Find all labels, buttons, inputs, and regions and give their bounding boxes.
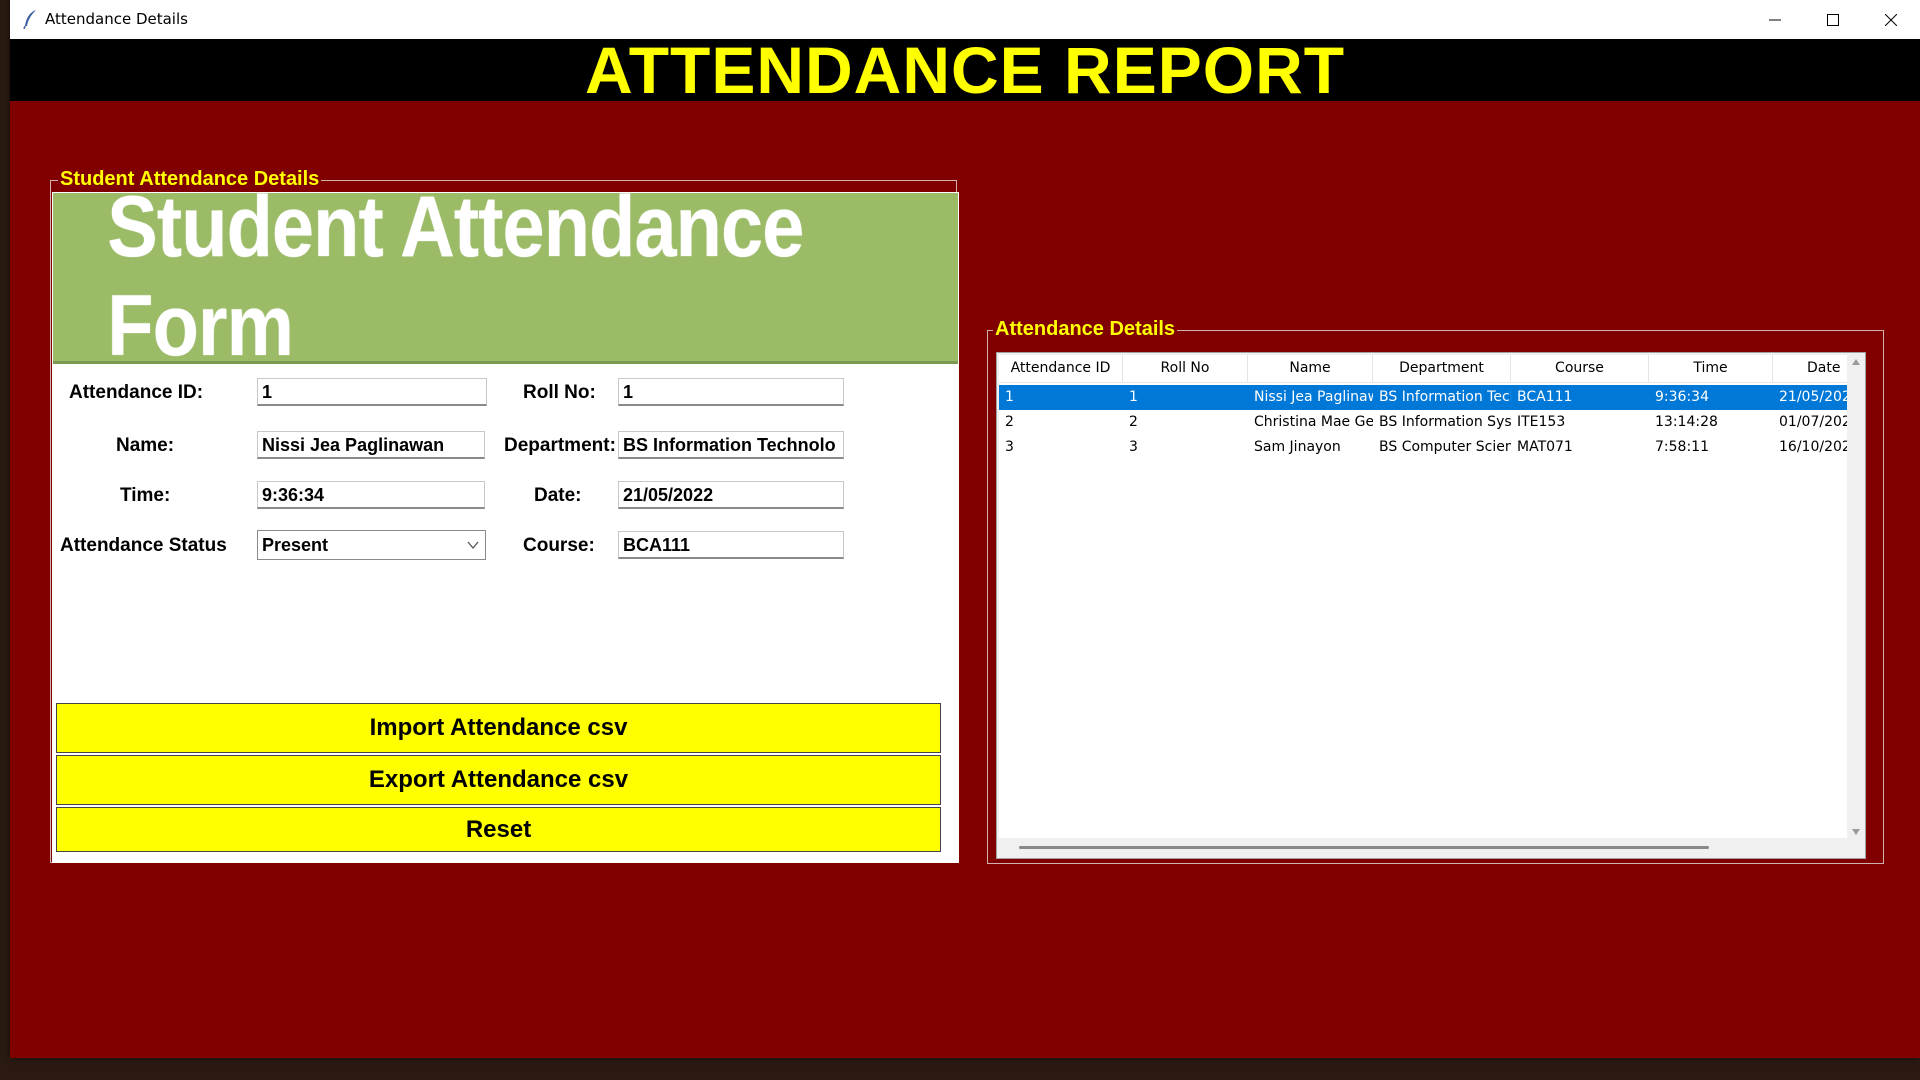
- form-title: Student Attendance Form: [107, 179, 804, 374]
- cell-course: MAT071: [1517, 439, 1573, 455]
- horizontal-scrollbar[interactable]: [999, 838, 1847, 856]
- column-header-attendance-id[interactable]: Attendance ID: [999, 355, 1123, 382]
- time-label: Time:: [120, 485, 171, 506]
- form-header-image: Student Attendance Form: [53, 179, 958, 374]
- cell-roll-no: 1: [1129, 389, 1138, 405]
- horizontal-scroll-thumb[interactable]: [1019, 846, 1709, 849]
- import-csv-button[interactable]: Import Attendance csv: [56, 703, 941, 753]
- cell-course: ITE153: [1517, 414, 1566, 430]
- attendance-status-value: Present: [262, 535, 329, 555]
- cell-time: 7:58:11: [1655, 439, 1709, 455]
- cell-attendance-id: 2: [1005, 414, 1014, 430]
- chevron-down-icon: [467, 541, 479, 550]
- maximize-icon: [1827, 13, 1839, 26]
- feather-icon: [23, 10, 36, 29]
- course-field[interactable]: BCA111: [618, 531, 844, 559]
- cell-time: 9:36:34: [1655, 389, 1709, 405]
- minimize-button[interactable]: [1746, 0, 1804, 39]
- cell-name: Christina Mae Gei: [1254, 414, 1373, 430]
- close-button[interactable]: [1862, 0, 1920, 39]
- scroll-up-icon[interactable]: [1852, 359, 1860, 365]
- date-label: Date:: [534, 485, 582, 506]
- table-row[interactable]: 2 2 Christina Mae Gei BS Information Sys…: [999, 410, 1847, 435]
- vertical-scrollbar[interactable]: [1847, 355, 1865, 839]
- cell-time: 13:14:28: [1655, 414, 1718, 430]
- close-icon: [1885, 13, 1897, 26]
- cell-date: 21/05/2022: [1779, 389, 1847, 405]
- date-field[interactable]: 21/05/2022: [618, 481, 844, 509]
- maximize-button[interactable]: [1804, 0, 1862, 39]
- attendance-details-legend: Attendance Details: [993, 318, 1178, 340]
- time-field[interactable]: 9:36:34: [257, 481, 485, 509]
- cell-attendance-id: 3: [1005, 439, 1014, 455]
- department-field[interactable]: BS Information Technolo: [618, 431, 844, 459]
- name-label: Name:: [116, 435, 175, 456]
- cell-department: BS Information Tecl: [1379, 389, 1511, 405]
- cell-department: BS Computer Scien: [1379, 439, 1511, 455]
- department-label: Department:: [504, 435, 616, 456]
- table-header: Attendance ID Roll No Name Department Co…: [999, 355, 1847, 383]
- window-title: Attendance Details: [45, 10, 188, 28]
- table-row[interactable]: 1 1 Nissi Jea Paglinaw BS Information Te…: [999, 385, 1847, 410]
- column-header-name[interactable]: Name: [1248, 355, 1373, 382]
- attendance-id-label: Attendance ID:: [69, 382, 204, 403]
- column-header-time[interactable]: Time: [1649, 355, 1773, 382]
- cell-course: BCA111: [1517, 389, 1573, 405]
- minimize-icon: [1769, 19, 1781, 20]
- app-window: Attendance Details ATTENDANCE REPORT Stu…: [10, 0, 1920, 1058]
- column-header-course[interactable]: Course: [1511, 355, 1649, 382]
- cell-date: 01/07/2022: [1779, 414, 1847, 430]
- attendance-table-container: Attendance ID Roll No Name Department Co…: [996, 352, 1866, 859]
- cell-roll-no: 3: [1129, 439, 1138, 455]
- export-csv-button[interactable]: Export Attendance csv: [56, 755, 941, 805]
- name-field[interactable]: Nissi Jea Paglinawan: [257, 431, 485, 459]
- attendance-status-combobox[interactable]: Present: [257, 530, 486, 560]
- roll-no-label: Roll No:: [523, 382, 596, 403]
- cell-date: 16/10/2022: [1779, 439, 1847, 455]
- course-label: Course:: [523, 535, 595, 556]
- cell-attendance-id: 1: [1005, 389, 1014, 405]
- attendance-id-field[interactable]: 1: [257, 378, 487, 406]
- cell-department: BS Information Syst: [1379, 414, 1511, 430]
- scroll-down-icon[interactable]: [1852, 829, 1860, 835]
- cell-name: Nissi Jea Paglinaw: [1254, 389, 1373, 405]
- column-header-date[interactable]: Date: [1773, 355, 1847, 382]
- column-header-roll-no[interactable]: Roll No: [1123, 355, 1248, 382]
- cell-roll-no: 2: [1129, 414, 1138, 430]
- roll-no-field[interactable]: 1: [618, 378, 844, 406]
- attendance-status-label: Attendance Status: [60, 535, 227, 556]
- table-row[interactable]: 3 3 Sam Jinayon BS Computer Scien MAT071…: [999, 435, 1847, 460]
- reset-button[interactable]: Reset: [56, 807, 941, 852]
- attendance-table[interactable]: Attendance ID Roll No Name Department Co…: [999, 355, 1847, 839]
- cell-name: Sam Jinayon: [1254, 439, 1341, 455]
- report-banner: ATTENDANCE REPORT: [10, 37, 1920, 103]
- column-header-department[interactable]: Department: [1373, 355, 1511, 382]
